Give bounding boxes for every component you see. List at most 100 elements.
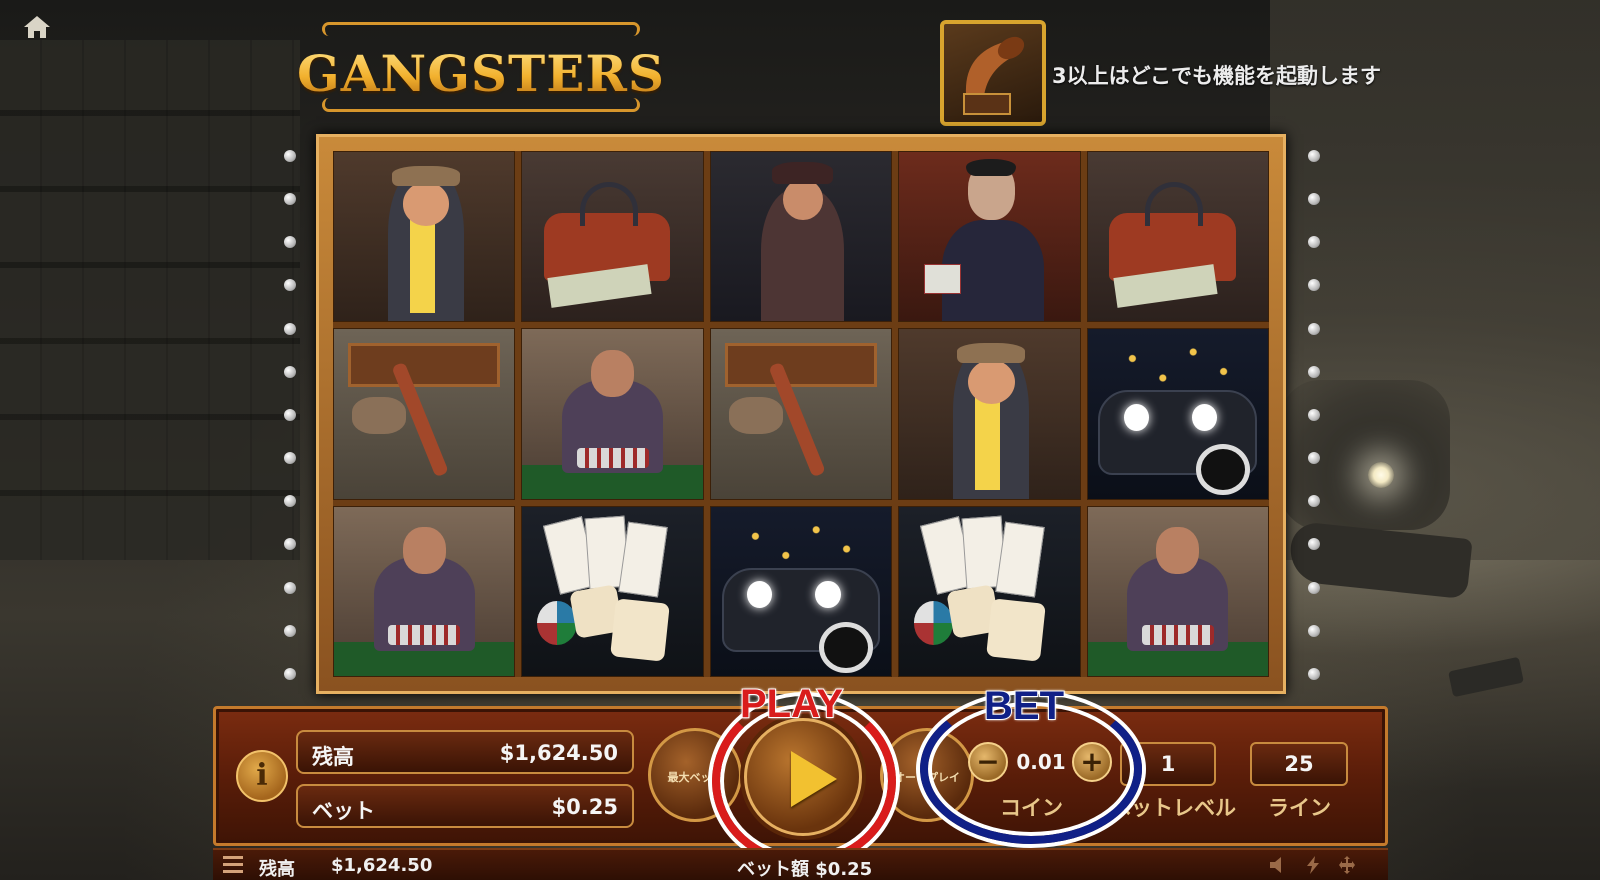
symbol-part-box [725, 342, 877, 387]
reel-symbol-cards-and-dice [898, 505, 1081, 677]
payline-dot[interactable] [284, 667, 296, 680]
payline-dot[interactable] [1308, 279, 1320, 292]
money-bag-symbol-art [522, 152, 703, 322]
symbol-part-card3 [618, 521, 668, 598]
fullscreen-icon[interactable] [1335, 855, 1359, 877]
play-annotation-label: PLAY [739, 681, 844, 727]
payline-dot[interactable] [1308, 452, 1320, 465]
home-icon[interactable] [22, 14, 52, 40]
reels-frame [316, 134, 1286, 694]
coin-increase-button[interactable]: + [1072, 742, 1112, 782]
payline-dots-right [1308, 150, 1322, 680]
payline-dot[interactable] [1308, 495, 1320, 508]
symbol-part-handle [580, 182, 638, 227]
payline-dot[interactable] [284, 624, 296, 637]
payline-dot[interactable] [1308, 365, 1320, 378]
coin-selector: − 0.01 + [968, 742, 1112, 786]
payline-dot[interactable] [284, 408, 296, 421]
payline-dot[interactable] [284, 322, 296, 335]
payline-dot[interactable] [1308, 538, 1320, 551]
background-pistol [1448, 656, 1524, 698]
payline-dot[interactable] [1308, 236, 1320, 249]
menu-icon[interactable] [223, 856, 243, 874]
status-bet-amount: ベット額 $0.25 [737, 859, 873, 880]
balance-value: $1,624.50 [499, 741, 618, 765]
logo-flourish-top [322, 22, 640, 36]
status-bar: 残高 $1,624.50 ベット額 $0.25 [213, 848, 1388, 880]
balance-label: 残高 [312, 745, 354, 769]
symbol-part-cards [924, 263, 961, 295]
background-car [1280, 380, 1450, 530]
symbol-part-hair [965, 158, 1017, 176]
symbol-part-scarf [974, 397, 1001, 491]
symbol-part-head [1156, 526, 1200, 575]
coin-value: 0.01 [1016, 750, 1066, 774]
symbol-part-chips [1141, 625, 1214, 646]
symbol-part-wheel [819, 621, 874, 673]
reel-symbol-man-with-cards [898, 151, 1081, 323]
lines-value[interactable]: 25 [1250, 742, 1348, 786]
reel-symbol-man-with-bottle [709, 151, 893, 323]
symbol-part-lamp2 [815, 581, 841, 609]
bet-display: ベット $0.25 [296, 784, 634, 828]
logo-text: GANGSTERS [292, 44, 670, 103]
symbol-part-lamp1 [1123, 403, 1149, 431]
max-bet-button[interactable]: 最大ベット [648, 728, 742, 822]
poker-player-symbol-art [1087, 506, 1268, 676]
tommy-gun-case-symbol-art [710, 329, 892, 499]
tommy-gun-case-symbol-art [334, 329, 515, 499]
gramophone-icon [940, 20, 1046, 126]
payline-dot[interactable] [284, 452, 296, 465]
info-button[interactable]: i [236, 750, 288, 802]
payline-dot[interactable] [1308, 667, 1320, 680]
status-balance-value: $1,624.50 [331, 855, 433, 876]
reel-symbol-vintage-car [709, 505, 893, 677]
payline-dot[interactable] [1308, 581, 1320, 594]
coin-decrease-button[interactable]: − [968, 742, 1008, 782]
symbol-part-box [348, 342, 500, 387]
boss-cigar-symbol-art [899, 329, 1080, 499]
payline-dot[interactable] [284, 193, 296, 206]
speaker-icon[interactable] [1267, 855, 1291, 877]
symbol-part-wheel [1195, 444, 1250, 496]
symbol-part-die2 [986, 598, 1047, 662]
payline-dot[interactable] [284, 236, 296, 249]
symbol-part-chips [576, 447, 649, 469]
payline-dot[interactable] [284, 581, 296, 594]
reel-symbol-poker-player [333, 505, 516, 677]
lightning-icon[interactable] [1301, 855, 1325, 877]
game-logo: GANGSTERS [292, 14, 670, 116]
payline-dot[interactable] [1308, 322, 1320, 335]
payline-dot[interactable] [284, 538, 296, 551]
bet-level-label: ベットレベル [1110, 796, 1236, 820]
background-headlight [1368, 462, 1394, 488]
feature-description: 3以上はどこでも機能を起動します [1052, 64, 1381, 88]
payline-dot[interactable] [284, 279, 296, 292]
symbol-part-die2 [609, 598, 670, 662]
reel-symbol-money-bag [521, 151, 704, 323]
reel-symbol-vintage-car [1086, 328, 1269, 500]
building-left [0, 40, 300, 560]
lines-label: ライン [1268, 796, 1331, 820]
spin-button[interactable] [744, 718, 862, 836]
symbol-part-head [590, 349, 635, 398]
payline-dot[interactable] [284, 150, 296, 162]
payline-dot[interactable] [1308, 624, 1320, 637]
payline-dot[interactable] [1308, 408, 1320, 421]
symbol-part-handle [1145, 182, 1204, 227]
reel-symbol-boss-cigar [333, 151, 516, 323]
payline-dot[interactable] [1308, 193, 1320, 206]
payline-dot[interactable] [284, 495, 296, 508]
man-with-cards-symbol-art [899, 152, 1080, 322]
payline-dot[interactable] [284, 365, 296, 378]
symbol-part-card3 [995, 521, 1045, 598]
cards-and-dice-symbol-art [522, 506, 703, 676]
payline-dot[interactable] [1308, 150, 1320, 162]
autoplay-button[interactable]: オートプレイ [880, 728, 974, 822]
reel-symbol-boss-cigar [898, 328, 1081, 500]
man-with-bottle-symbol-art [710, 152, 892, 322]
reel-symbol-poker-player [1086, 505, 1269, 677]
reel-symbol-tommy-gun-case [333, 328, 516, 500]
money-bag-symbol-art [1087, 152, 1268, 322]
bet-level-value[interactable]: 1 [1120, 742, 1216, 786]
